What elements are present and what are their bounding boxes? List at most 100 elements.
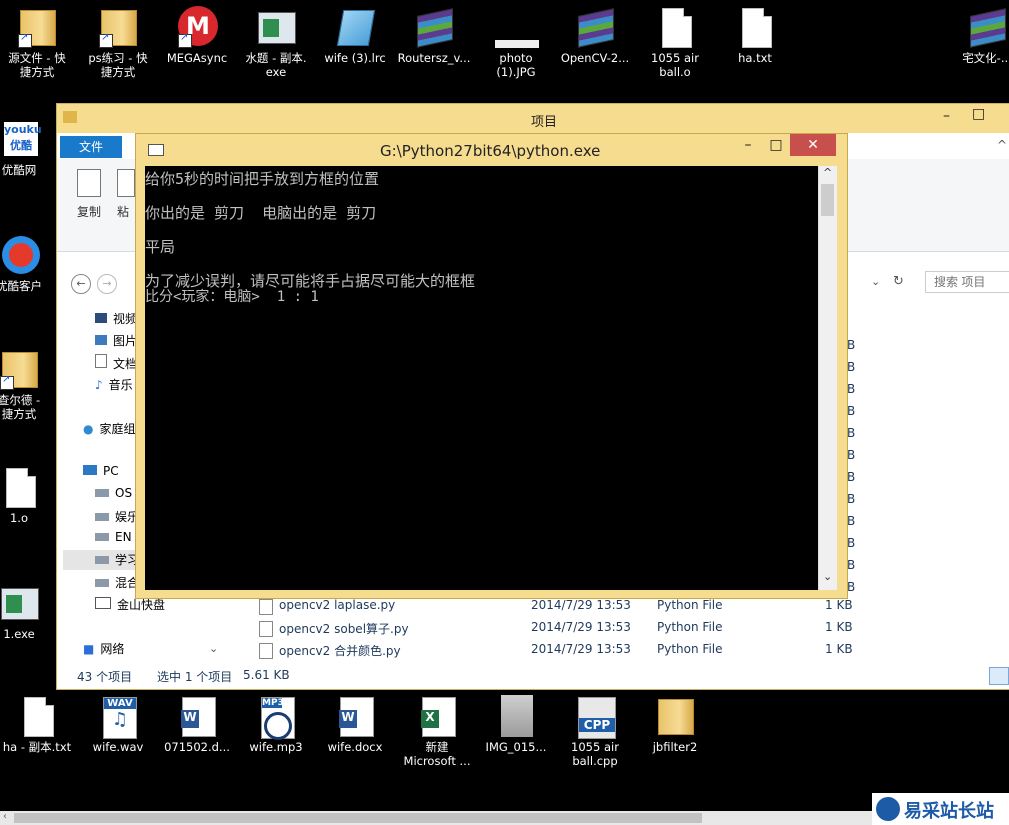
desktop-icon-youku-client[interactable]: 优酷客户 [0,232,58,293]
status-item-count: 43 个项目 [77,670,133,684]
nav-item-os[interactable]: OS [95,486,132,500]
copy-icon [77,169,101,197]
nav-item-pc[interactable]: PC [83,464,119,478]
image-icon [501,695,533,737]
nav-item-en[interactable]: EN [95,530,132,544]
details-view-button[interactable] [989,667,1009,685]
youku-icon: youku 优酷 [4,122,42,156]
scroll-up-icon[interactable]: ^ [823,166,832,179]
explorer-maximize-button[interactable]: □ [972,106,985,122]
console-title: G:\Python27bit64\python.exe [380,142,601,160]
console-line: 给你5秒的时间把手放到方框的位置 [145,170,380,188]
nav-item-entertainment[interactable]: 娱乐 [95,508,139,525]
console-minimize-button[interactable]: – [734,134,762,156]
desktop-icon-opencv[interactable]: OpenCV-2... [556,4,634,65]
python-file-icon [259,599,273,615]
desktop-icon-ps-shortcut[interactable]: ps练习 - 快 捷方式 [79,4,157,79]
desktop-icon-wife-docx[interactable]: W wife.docx [316,693,394,754]
word-icon: W [181,697,216,737]
wav-icon: WAV ♫ [103,697,137,739]
notepad-icon [336,10,376,46]
status-selected: 选中 1 个项目 [157,670,233,684]
image-icon [495,40,539,48]
pc-icon [83,465,97,475]
desktop-icon-071502-doc[interactable]: W 071502.d... [158,693,236,754]
nav-item-pictures[interactable]: 图片 [95,332,137,349]
copy-button[interactable]: 复制 [69,169,109,220]
desktop-icon-source-shortcut[interactable]: 源文件 - 快 捷方式 [0,4,76,79]
word-icon: W [339,697,374,737]
console-titlebar[interactable]: G:\Python27bit64\python.exe – □ ✕ [136,134,847,166]
horizontal-scrollbar[interactable]: ‹ [0,811,1009,825]
hscroll-thumb[interactable] [14,813,702,823]
folder-icon [658,699,694,735]
console-maximize-button[interactable]: □ [762,134,790,156]
drive-icon [95,533,109,541]
paste-button[interactable]: 粘 [117,169,137,220]
watermark: 易采站长站 [872,793,1009,825]
console-scrollbar[interactable]: ^ ⌄ [818,166,837,590]
forward-button[interactable]: → [97,274,117,294]
cpp-icon: CPP [578,697,616,739]
cloud-drive-icon [95,597,111,609]
desktop-icon-wife-lrc[interactable]: wife (3).lrc [316,4,394,65]
desktop-icon-1-o[interactable]: 1.o [0,464,58,525]
desktop-icon-img-015[interactable]: IMG_015... [477,693,555,754]
python-console-window[interactable]: G:\Python27bit64\python.exe – □ ✕ 给你5秒的时… [135,133,848,599]
nav-item-network[interactable]: ■ 网络 [83,640,124,657]
file-icon [662,8,692,48]
paste-icon [117,169,135,197]
desktop-icon-wife-wav[interactable]: WAV ♫ wife.wav [79,693,157,754]
status-bar: 43 个项目 选中 1 个项目 5.61 KB [57,664,1009,688]
watermark-logo-icon [876,797,900,821]
desktop-icon-ha-copy-txt[interactable]: ha - 副本.txt [0,693,76,754]
nav-scroll-down-icon[interactable]: ⌄ [209,642,218,655]
desktop-icon-ha-txt[interactable]: ha.txt [716,4,794,65]
desktop-icon-jbfilter2[interactable]: jbfilter2 [636,693,714,754]
desktop-icon-1-exe[interactable]: 1.exe [0,580,58,641]
python-file-icon [259,621,273,637]
quick-access-icon[interactable] [63,111,77,123]
desktop-icon-1055-cpp[interactable]: CPP 1055 air ball.cpp [556,693,634,768]
back-button[interactable]: ← [71,274,91,294]
youku-client-icon [2,236,40,274]
mp3-icon: MP3 [261,697,295,740]
explorer-titlebar[interactable]: 项目 – □ [57,104,1009,133]
ribbon-collapse-icon[interactable]: ^ [997,138,1007,152]
table-row[interactable]: opencv2 laplase.py 2014/7/29 13:53 Pytho… [259,598,859,620]
desktop-icon-shuiti-exe[interactable]: 水题 - 副本. exe [237,4,315,79]
desktop-icon-photo-jpg[interactable]: photo (1).JPG [477,4,555,79]
console-app-icon [148,144,164,156]
nav-item-videos[interactable]: 视频 [95,310,137,327]
refresh-button[interactable]: ↻ [893,274,904,289]
nav-item-mixed[interactable]: 混合 [95,574,139,591]
desktop-icon-zhaiwenhua[interactable]: 宅文化-... [948,4,1009,65]
table-row[interactable]: opencv2 sobel算子.py 2014/7/29 13:53 Pytho… [259,620,859,642]
desktop-icon-megasync[interactable]: M MEGAsync [158,4,236,65]
scroll-down-icon[interactable]: ⌄ [823,570,832,583]
desktop-icon-wife-mp3[interactable]: MP3 wife.mp3 [237,693,315,754]
desktop-icon-new-excel[interactable]: X 新建 Microsoft ... [398,693,476,768]
tab-file[interactable]: 文件 [60,136,122,158]
scroll-left-icon[interactable]: ‹ [3,811,7,822]
music-icon: ♪ [95,378,103,392]
address-dropdown-icon[interactable]: ⌄ [871,275,880,288]
scroll-thumb[interactable] [821,184,834,216]
console-close-button[interactable]: ✕ [790,134,836,156]
desktop-icon-youku[interactable]: youku 优酷 优酷网 [0,116,58,177]
desktop-icon-chaerde-shortcut[interactable]: 查尔德 - 捷方式 [0,346,58,421]
desktop-icon-routersz[interactable]: Routersz_v... [395,4,473,65]
table-row[interactable]: opencv2 合并颜色.py 2014/7/29 13:53 Python F… [259,642,859,664]
text-file-icon [24,697,54,737]
explorer-minimize-button[interactable]: – [943,108,950,124]
nav-item-documents[interactable]: 文档 [95,354,137,372]
nav-item-homegroup[interactable]: ● 家庭组 [83,420,136,437]
video-icon [95,313,107,323]
drive-icon [95,556,109,564]
nav-item-music[interactable]: ♪ 音乐 [95,376,133,393]
desktop-icon-1055-o[interactable]: 1055 air ball.o [636,4,714,79]
console-line: 平局 [145,238,176,256]
explorer-title: 项目 [531,115,558,130]
search-input[interactable] [925,271,1009,293]
console-output[interactable]: 给你5秒的时间把手放到方框的位置 你出的是 剪刀 电脑出的是 剪刀 平局 为了减… [145,166,818,590]
